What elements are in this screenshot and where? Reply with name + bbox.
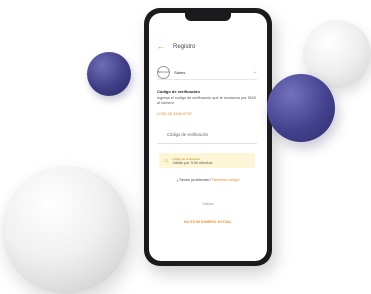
change-number-button[interactable]: NO ES MI NÚMERO ACTUAL [149,220,267,224]
decorative-white-sphere-large [2,166,130,294]
validate-button[interactable]: Validar [149,202,267,206]
decorative-navy-sphere-small [87,52,131,96]
page-title: Registro [173,44,196,50]
country-name: Sabes [174,69,186,75]
verification-instruction: Ingresa el código de verificación que te… [157,96,256,105]
decorative-navy-sphere-large [267,74,335,142]
verification-title: Código de verificación [157,89,200,94]
notice-text: Código de verificación Válido por 3:00 m… [172,157,212,165]
help-question: ¿Tienes problemas? [176,178,211,182]
code-validity-notice: ⚠ Código de verificación Válido por 3:00… [159,153,255,168]
resend-code-link[interactable]: Reenviar código [212,178,239,182]
country-flag-icon: BOLIVIA [157,65,170,79]
verification-code-input[interactable] [157,126,257,144]
chevron-down-icon: ⌄ [252,69,257,75]
notice-body: Válido por 3:00 minutos [172,160,213,165]
app-header: ← Registro [157,43,195,51]
warning-icon: ⚠ [164,157,169,164]
phone-mockup: ← Registro BOLIVIA Sabes ⌄ Código de ver… [144,8,272,266]
back-arrow-icon[interactable]: ← [157,43,165,51]
help-line: ¿Tienes problemas? Reenviar código [149,178,267,182]
phone-screen: ← Registro BOLIVIA Sabes ⌄ Código de ver… [149,13,267,261]
phone-notch [185,13,231,21]
country-selector[interactable]: BOLIVIA Sabes ⌄ [157,65,257,80]
marketing-scene: ← Registro BOLIVIA Sabes ⌄ Código de ver… [0,0,371,294]
phone-number: (+52) 55 2400 8737 [157,111,193,116]
